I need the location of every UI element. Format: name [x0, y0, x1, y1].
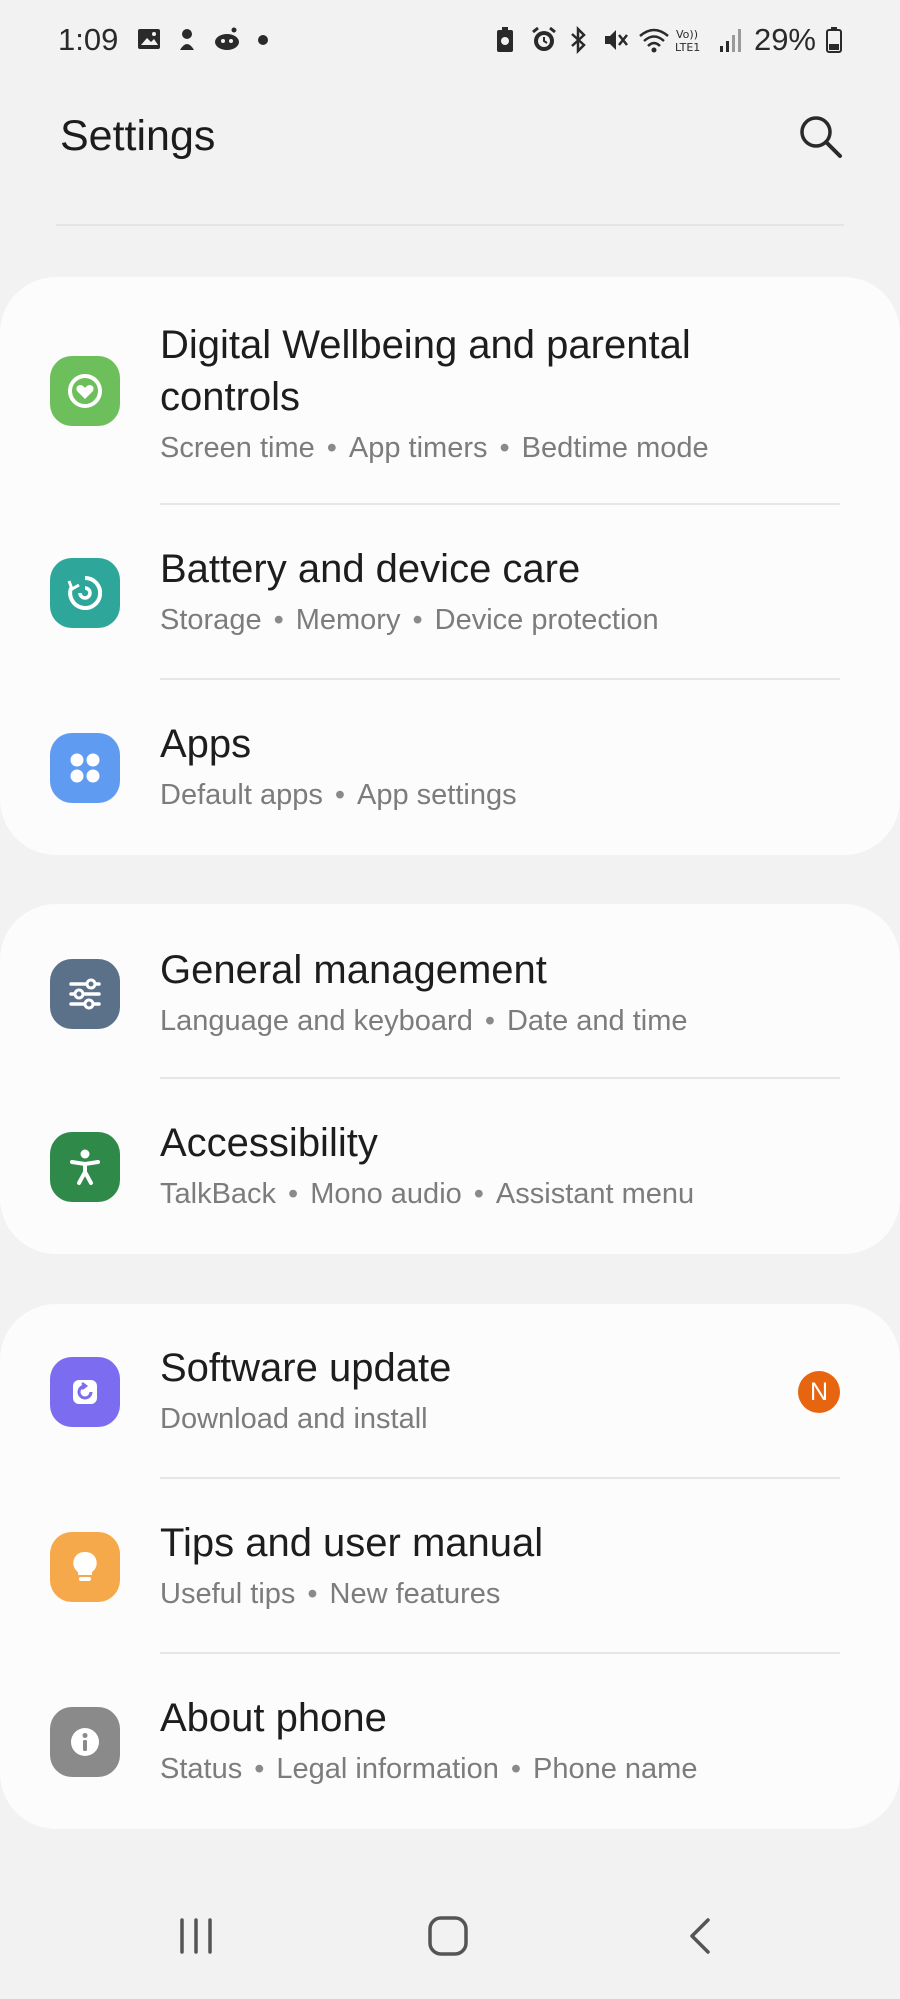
navigation-bar	[0, 1879, 900, 1999]
wifi-icon	[638, 26, 669, 54]
tool-icon	[174, 26, 200, 54]
signal-icon	[718, 26, 744, 54]
settings-group-2: General management Language and keyboard…	[0, 904, 900, 1254]
settings-group-3: Software update Download and install N T…	[0, 1304, 900, 1829]
status-bar: 1:09 Vo)) LTE1 29%	[0, 0, 900, 84]
svg-text:Vo)): Vo))	[676, 28, 698, 41]
accessibility-icon	[50, 1132, 120, 1202]
subtitle-part: Storage	[160, 604, 262, 636]
list-item-tips-user-manual[interactable]: Tips and user manual Useful tips • New fea…	[0, 1479, 900, 1654]
status-right: Vo)) LTE1 29%	[494, 22, 842, 58]
subtitle-part: Download and install	[160, 1403, 428, 1435]
software-update-icon	[50, 1357, 120, 1427]
svg-text:LTE1: LTE1	[675, 41, 700, 54]
item-title: Apps	[160, 722, 252, 766]
item-subtitle: Language and keyboard • Date and time	[160, 1005, 688, 1037]
alarm-icon	[530, 26, 556, 54]
gallery-icon	[136, 26, 162, 54]
subtitle-part: App settings	[356, 779, 517, 811]
search-button[interactable]	[792, 108, 848, 164]
subtitle-part: Default apps	[160, 779, 323, 811]
lightbulb-icon	[50, 1532, 120, 1602]
item-subtitle: TalkBack • Mono audio • Assistant menu	[160, 1178, 695, 1210]
item-subtitle: Screen time • App timers • Bedtime mode	[160, 432, 709, 464]
volte-icon: Vo)) LTE1	[674, 26, 708, 54]
item-subtitle: Default apps • App settings	[160, 779, 517, 811]
device-care-icon	[50, 558, 120, 628]
subtitle-part: Legal information	[276, 1753, 499, 1785]
dot-icon	[250, 26, 276, 54]
battery-percent: 29%	[753, 22, 816, 57]
header: Settings	[0, 84, 900, 234]
sliders-icon	[50, 959, 120, 1029]
recents-icon	[180, 1918, 212, 1954]
subtitle-part: App timers	[348, 432, 488, 464]
item-subtitle: Status • Legal information • Phone name	[160, 1753, 698, 1785]
subtitle-part: Language and keyboard	[160, 1005, 473, 1037]
list-item-digital-wellbeing[interactable]: Digital Wellbeing and parental controls …	[0, 277, 900, 505]
page-title: Settings	[60, 112, 216, 160]
item-subtitle: Storage • Memory • Device protection	[160, 604, 659, 636]
subtitle-part: Assistant menu	[495, 1178, 695, 1210]
home-button[interactable]	[408, 1901, 488, 1971]
battery-icon	[826, 26, 842, 54]
subtitle-part: Date and time	[506, 1005, 688, 1037]
home-icon	[428, 1916, 468, 1956]
status-time: 1:09	[58, 22, 119, 57]
reddit-icon	[212, 26, 239, 54]
subtitle-part: Mono audio	[310, 1178, 462, 1210]
list-item-software-update[interactable]: Software update Download and install N	[0, 1304, 900, 1479]
new-badge: N	[798, 1371, 840, 1413]
item-title: Accessibility	[160, 1121, 378, 1165]
search-icon	[800, 116, 842, 158]
item-title: Tips and user manual	[160, 1521, 544, 1565]
header-divider	[56, 224, 844, 226]
status-left-icons	[136, 26, 276, 54]
recents-button[interactable]	[156, 1901, 236, 1971]
subtitle-part: Phone name	[533, 1753, 698, 1785]
item-title: About phone	[160, 1696, 387, 1740]
subtitle-part: TalkBack	[160, 1178, 277, 1210]
mute-icon	[602, 26, 628, 54]
item-subtitle: Useful tips • New features	[160, 1578, 501, 1610]
list-item-about-phone[interactable]: About phone Status • Legal information • Pho…	[0, 1654, 900, 1829]
list-item-general-management[interactable]: General management Language and keyboard…	[0, 904, 900, 1079]
battery-saver-icon	[494, 26, 520, 54]
list-item-apps[interactable]: Apps Default apps • App settings	[0, 680, 900, 855]
wellbeing-icon	[50, 356, 120, 426]
info-icon	[50, 1707, 120, 1777]
apps-icon	[50, 733, 120, 803]
item-title: Battery and device care	[160, 547, 581, 591]
subtitle-part: Bedtime mode	[521, 432, 709, 464]
subtitle-part: Useful tips	[160, 1578, 296, 1610]
settings-group-1: Digital Wellbeing and parental controls …	[0, 277, 900, 855]
item-title: Software update	[160, 1346, 452, 1390]
item-subtitle: Download and install	[160, 1400, 840, 1438]
subtitle-part: Device protection	[434, 604, 659, 636]
list-item-battery-device-care[interactable]: Battery and device care Storage • Memory • D…	[0, 505, 900, 680]
subtitle-part: Screen time	[160, 432, 315, 464]
back-button[interactable]	[660, 1901, 740, 1971]
back-icon	[690, 1918, 710, 1954]
subtitle-part: Memory	[295, 604, 401, 636]
item-title: Digital Wellbeing and parental controls	[160, 323, 691, 419]
subtitle-part: Status	[160, 1753, 243, 1785]
subtitle-part: New features	[329, 1578, 501, 1610]
item-title: General management	[160, 948, 547, 992]
bluetooth-icon	[566, 25, 592, 55]
list-item-accessibility[interactable]: Accessibility TalkBack • Mono audio • Assist…	[0, 1079, 900, 1254]
